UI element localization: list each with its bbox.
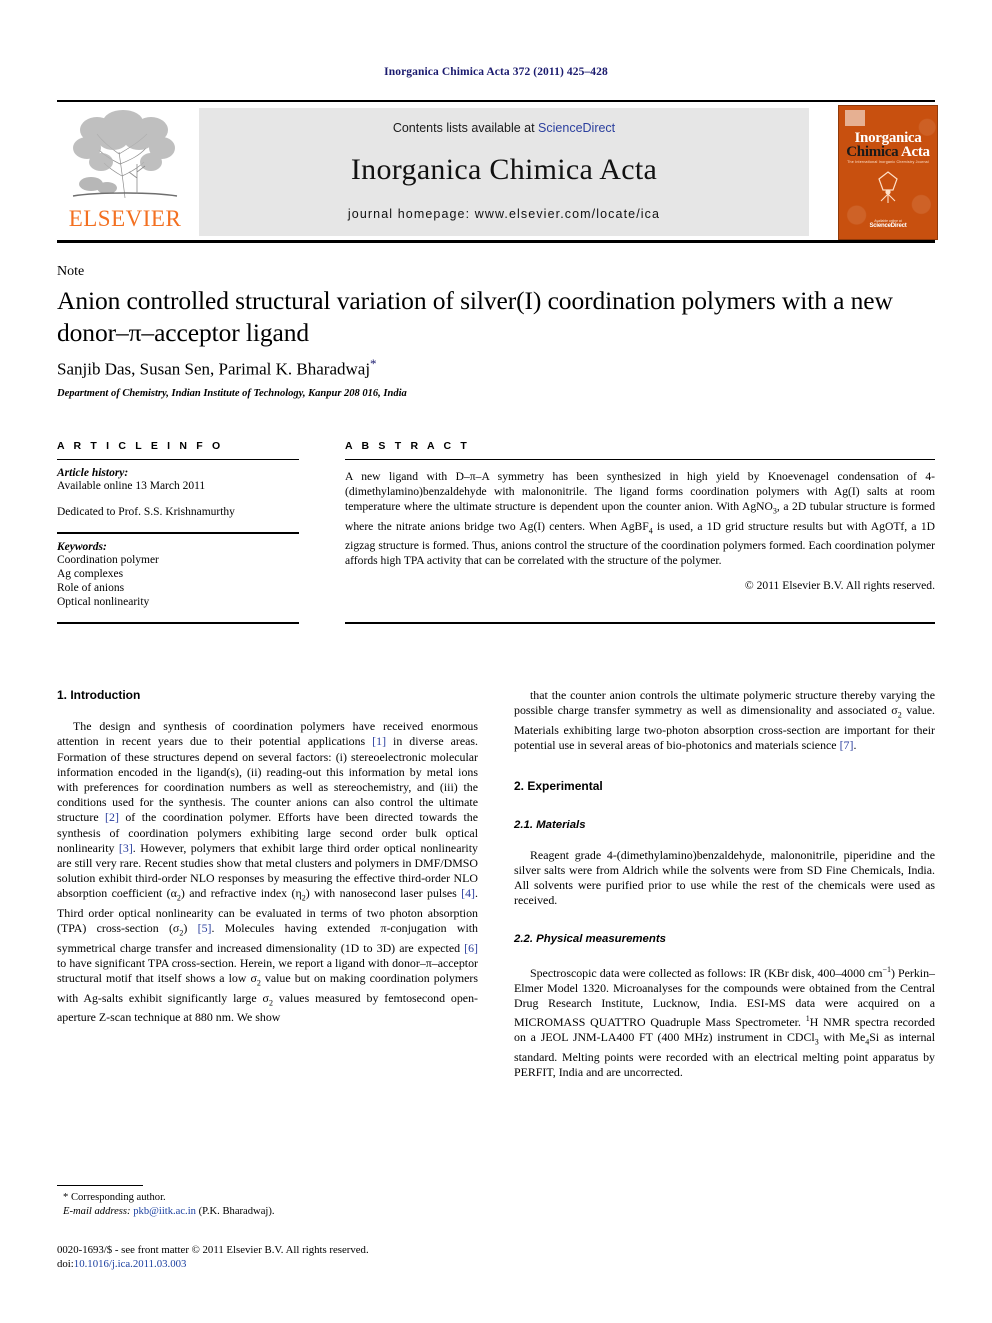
journal-title: Inorganica Chimica Acta	[350, 153, 658, 186]
materials-paragraph: Reagent grade 4-(dimethylamino)benzaldeh…	[514, 847, 935, 908]
doi-label: doi:	[57, 1258, 74, 1270]
email-owner: (P.K. Bharadwaj).	[198, 1205, 275, 1217]
imprint-block: 0020-1693/$ - see front matter © 2011 El…	[57, 1243, 527, 1271]
journal-banner: Contents lists available at ScienceDirec…	[199, 108, 809, 236]
cover-title-line2: Chimica Acta	[839, 144, 937, 161]
cover-elsevier-mark-icon	[845, 110, 865, 126]
cover-title-acta: Acta	[900, 144, 930, 160]
journal-masthead: ELSEVIER Contents lists available at Sci…	[57, 100, 938, 243]
cover-molecule-icon	[878, 171, 898, 203]
article-info-rule	[57, 459, 299, 460]
contents-line: Contents lists available at ScienceDirec…	[199, 121, 809, 135]
cover-footer-brand: ScienceDirect	[869, 223, 907, 229]
infobox-bottom-rule-right	[345, 622, 935, 624]
subsection-heading-materials: 2.1. Materials	[514, 819, 586, 832]
article-info-abstract-box: A R T I C L E I N F O Article history: A…	[57, 440, 935, 630]
keywords-label: Keywords:	[57, 540, 107, 553]
article-info-heading: A R T I C L E I N F O	[57, 440, 224, 452]
masthead-top-rule	[57, 100, 935, 102]
keyword-item: Coordination polymer	[57, 553, 159, 566]
email-label: E-mail address:	[63, 1205, 131, 1217]
subsection-heading-physical-measurements: 2.2. Physical measurements	[514, 933, 666, 946]
doi-line: doi:10.1016/j.ica.2011.03.003	[57, 1257, 527, 1271]
article-type-label: Note	[57, 264, 85, 279]
email-line: E-mail address: pkb@iitk.ac.in (P.K. Bha…	[57, 1205, 478, 1219]
elsevier-logo: ELSEVIER	[59, 108, 191, 236]
contents-prefix: Contents lists available at	[392, 121, 539, 135]
masthead-bottom-rule	[57, 240, 935, 243]
abstract-text: A new ligand with D–π–A symmetry has bee…	[345, 470, 935, 568]
author-names: Sanjib Das, Susan Sen, Parimal K. Bharad…	[57, 359, 371, 379]
imprint-line: 0020-1693/$ - see front matter © 2011 El…	[57, 1244, 369, 1256]
physical-measurements-paragraph: Spectroscopic data were collected as fol…	[514, 964, 936, 1080]
cover-footer: Available online at ScienceDirect	[839, 219, 937, 229]
abstract-column: A B S T R A C T A new ligand with D–π–A …	[345, 440, 935, 592]
journal-cover-thumbnail: Inorganica Chimica Acta The Internationa…	[838, 105, 938, 240]
intro-paragraph-1: The design and synthesis of coordination…	[57, 719, 479, 1025]
sciencedirect-link[interactable]: ScienceDirect	[538, 121, 615, 135]
keyword-item: Ag complexes	[57, 567, 124, 580]
author-list: Sanjib Das, Susan Sen, Parimal K. Bharad…	[57, 356, 897, 380]
keyword-item: Optical nonlinearity	[57, 595, 150, 608]
running-head: Inorganica Chimica Acta 372 (2011) 425–4…	[384, 66, 608, 78]
abstract-copyright: © 2011 Elsevier B.V. All rights reserved…	[744, 579, 935, 593]
article-page: Inorganica Chimica Acta 372 (2011) 425–4…	[0, 0, 992, 1323]
corresponding-author-line: * Corresponding author.	[63, 1192, 166, 1203]
body-column-left: 1. Introduction The design and synthesis…	[57, 688, 478, 1026]
keyword-item: Role of anions	[57, 581, 125, 594]
keywords-rule	[57, 532, 299, 534]
elsevier-wordmark: ELSEVIER	[68, 206, 182, 231]
abstract-rule	[345, 459, 935, 460]
abstract-heading: A B S T R A C T	[345, 440, 470, 452]
doi-link[interactable]: 10.1016/j.ica.2011.03.003	[74, 1258, 187, 1270]
elsevier-tree-icon	[67, 108, 183, 206]
page-title: Anion controlled structural variation of…	[57, 286, 893, 347]
intro-paragraph-2: that the counter anion controls the ulti…	[514, 688, 936, 752]
affiliation: Department of Chemistry, Indian Institut…	[57, 388, 407, 399]
article-info-column: A R T I C L E I N F O Article history: A…	[57, 440, 299, 609]
infobox-bottom-rule-left	[57, 622, 299, 624]
journal-homepage-link[interactable]: journal homepage: www.elsevier.com/locat…	[199, 207, 809, 221]
corresponding-author-footnote: * Corresponding author. E-mail address: …	[57, 1185, 478, 1218]
article-history-value: Available online 13 March 2011	[57, 480, 206, 492]
section-heading-introduction: 1. Introduction	[57, 688, 141, 702]
article-history-label: Article history:	[57, 467, 129, 479]
cover-subtitle: The International Inorganic Chemistry Jo…	[847, 160, 929, 164]
footnote-rule	[57, 1185, 143, 1186]
section-heading-experimental: 2. Experimental	[514, 779, 603, 794]
body-column-right: that the counter anion controls the ulti…	[514, 688, 935, 1080]
dedication: Dedicated to Prof. S.S. Krishnamurthy	[57, 506, 235, 518]
cover-title-chimica: Chimica	[846, 144, 899, 160]
email-link[interactable]: pkb@iitk.ac.in	[133, 1206, 196, 1217]
corresponding-author-marker: *	[370, 356, 377, 371]
